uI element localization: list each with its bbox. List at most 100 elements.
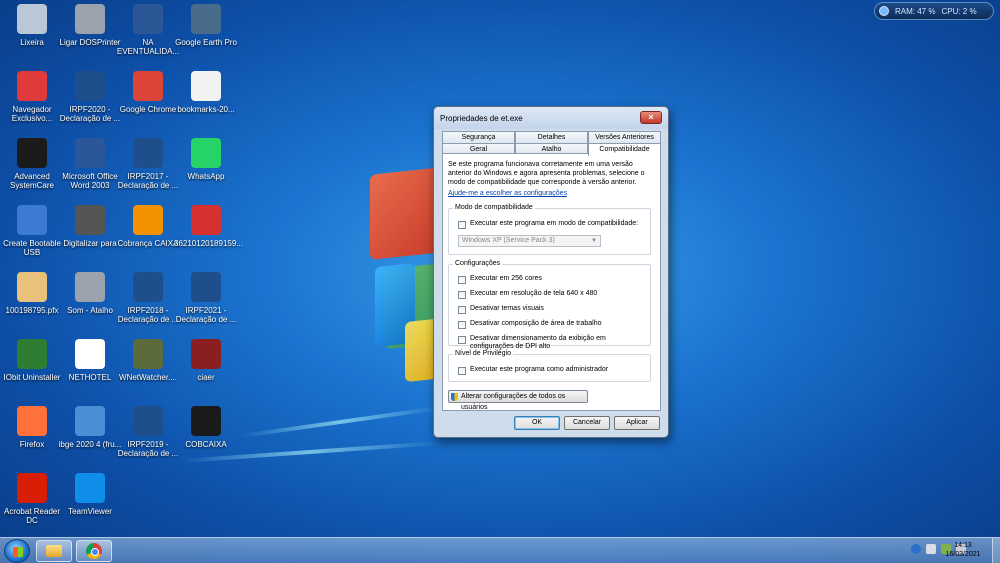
checkbox-box[interactable] [458, 291, 466, 299]
tab-compatibilidade[interactable]: Compatibilidade [588, 143, 661, 156]
desktop-icon[interactable]: Ligar DOSPrinter [58, 4, 122, 47]
desktop-icon[interactable]: NETHOTEL [58, 339, 122, 382]
settings-title: Configurações [453, 260, 503, 267]
desktop-icon-label: WhatsApp [187, 172, 225, 181]
teamviewer-icon [75, 473, 105, 503]
setting-640x480-checkbox[interactable]: Executar em resolução de tela 640 x 480 [458, 290, 650, 299]
tab-versoes-anteriores[interactable]: Versões Anteriores [588, 131, 661, 143]
desktop-icon[interactable]: WNetWatcher.... [116, 339, 180, 382]
desktop-icon-label: Ligar DOSPrinter [59, 38, 121, 47]
nethotel-icon [75, 339, 105, 369]
setting-disable-dpi-scaling-checkbox[interactable]: Desativar dimensionamento da exibição em… [458, 335, 650, 351]
desktop-icon-label: 36210120189159... [174, 239, 243, 248]
firefox-icon [17, 406, 47, 436]
tab-detalhes[interactable]: Detalhes [515, 131, 588, 143]
desktop-icon[interactable]: bookmarks-20... [174, 71, 238, 114]
dialog-titlebar[interactable]: Propriedades de et.exe [434, 107, 668, 129]
desktop-icon[interactable]: Lixeira [0, 4, 64, 47]
irpf-icon [191, 272, 221, 302]
desktop-icon[interactable]: Microsoft Office Word 2003 [58, 138, 122, 190]
desktop-icon[interactable]: Google Earth Pro [174, 4, 238, 47]
printer-icon [75, 4, 105, 34]
desktop-icon[interactable]: Firefox [0, 406, 64, 449]
desktop-icon[interactable]: Advanced SystemCare [0, 138, 64, 190]
ok-button[interactable]: OK [514, 416, 560, 430]
ram-usage: RAM: 47 % [895, 6, 936, 16]
start-button[interactable] [4, 539, 30, 563]
checkbox-box[interactable] [458, 367, 466, 375]
desktop-icon[interactable]: IRPF2019 - Declaração de ... [116, 406, 180, 458]
taskbar: 14:13 16/03/2021 [0, 537, 1000, 563]
irpf-icon [133, 406, 163, 436]
setting-disable-composition-checkbox[interactable]: Desativar composição de área de trabalho [458, 320, 650, 329]
clock[interactable]: 14:13 16/03/2021 [938, 541, 988, 559]
gadget-icon [879, 6, 889, 16]
desktop-icon-label: IObit Uninstaller [3, 373, 61, 382]
desktop-icon[interactable]: IRPF2020 - Declaração de ... [58, 71, 122, 123]
tab-panel: Segurança Detalhes Versões Anteriores Ge… [442, 129, 661, 411]
desktop-icon[interactable]: 100198795.pfx [0, 272, 64, 315]
desktop-icon[interactable]: COBCAIXA [174, 406, 238, 449]
privilege-group: Nível de Privilégio Executar este progra… [448, 350, 651, 382]
caixa-icon [133, 205, 163, 235]
action-center-icon[interactable] [926, 544, 936, 554]
desktop-icon[interactable]: Digitalizar para [58, 205, 122, 248]
desktop-icon[interactable]: WhatsApp [174, 138, 238, 181]
whatsapp-icon [191, 138, 221, 168]
desktop-icon-label: Lixeira [20, 38, 44, 47]
desktop-icon[interactable]: Acrobat Reader DC [0, 473, 64, 525]
desktop-icon-label: Advanced SystemCare [9, 172, 54, 191]
help-link[interactable]: Ajude-me a escolher as configurações [448, 190, 567, 197]
run-as-admin-checkbox[interactable]: Executar este programa como administrado… [458, 366, 650, 375]
irpf-icon [133, 272, 163, 302]
desktop-icon-label: TeamViewer [68, 507, 112, 516]
desktop-icon[interactable]: IObit Uninstaller [0, 339, 64, 382]
desktop-icon[interactable]: IRPF2018 - Declaração de ... [116, 272, 180, 324]
compat-mode-checkbox[interactable]: Executar este programa em modo de compat… [458, 220, 650, 229]
desktop-icon[interactable]: TeamViewer [58, 473, 122, 516]
desktop-icon[interactable]: 36210120189159... [174, 205, 243, 248]
desktop-icon[interactable]: ibge 2020 4 (fru... [58, 406, 122, 449]
checkbox-box[interactable] [458, 321, 466, 329]
desktop-icon[interactable]: ciaer [174, 339, 238, 382]
desktop-icon[interactable]: IRPF2021 - Declaração de ... [174, 272, 238, 324]
desktop-icon[interactable]: Create Bootable USB [0, 205, 64, 257]
checkbox-box[interactable] [458, 276, 466, 284]
checkbox-box[interactable] [458, 306, 466, 314]
desktop-icon-label: Digitalizar para [63, 239, 117, 248]
apply-button[interactable]: Aplicar [614, 416, 660, 430]
usb-icon [17, 205, 47, 235]
compat-os-select[interactable]: Windows XP (Service Pack 3) ▼ [458, 235, 601, 247]
compatibility-page: Se este programa funcionava corretamente… [442, 153, 661, 411]
desktop-icon-label: NETHOTEL [68, 373, 112, 382]
uac-shield-icon [451, 393, 458, 401]
desktop-icon[interactable]: Cobrança CAIXA [116, 205, 180, 248]
desktop-icon[interactable]: Som - Atalho [58, 272, 122, 315]
taskbar-explorer-button[interactable] [36, 540, 72, 562]
setting-disable-themes-checkbox[interactable]: Desativar temas visuais [458, 305, 650, 314]
desktop-icon[interactable]: NA EVENTUALIDA... [116, 4, 180, 56]
run-as-admin-label: Executar este programa como administrado… [470, 366, 609, 373]
taskbar-chrome-button[interactable] [76, 540, 112, 562]
desktop-icon-label: IRPF2020 - Declaração de ... [59, 105, 121, 124]
change-all-users-button[interactable]: Alterar configurações de todos os usuári… [448, 390, 588, 411]
desktop-icon[interactable]: IRPF2017 - Declaração de ... [116, 138, 180, 190]
show-desktop-button[interactable] [992, 538, 1000, 563]
desktop-icon[interactable]: Google Chrome [116, 71, 180, 114]
network-icon[interactable] [911, 544, 921, 554]
intro-text: Se este programa funcionava corretamente… [448, 161, 645, 187]
irpf-icon [133, 138, 163, 168]
speaker-icon [75, 272, 105, 302]
checkbox-box[interactable] [458, 221, 466, 229]
setting-256-colors-checkbox[interactable]: Executar em 256 cores [458, 275, 650, 284]
checkbox-box[interactable] [458, 336, 466, 344]
tab-seguranca[interactable]: Segurança [442, 131, 515, 143]
desktop-icon[interactable]: Navegador Exclusivo... [0, 71, 64, 123]
word-doc-icon [133, 4, 163, 34]
ibge-icon [75, 406, 105, 436]
windows-start-icon [13, 547, 23, 557]
clock-time: 14:13 [954, 542, 972, 549]
close-button[interactable]: × [640, 111, 662, 124]
desktop-icon-label: Navegador Exclusivo... [11, 105, 53, 124]
cancel-button[interactable]: Cancelar [564, 416, 610, 430]
